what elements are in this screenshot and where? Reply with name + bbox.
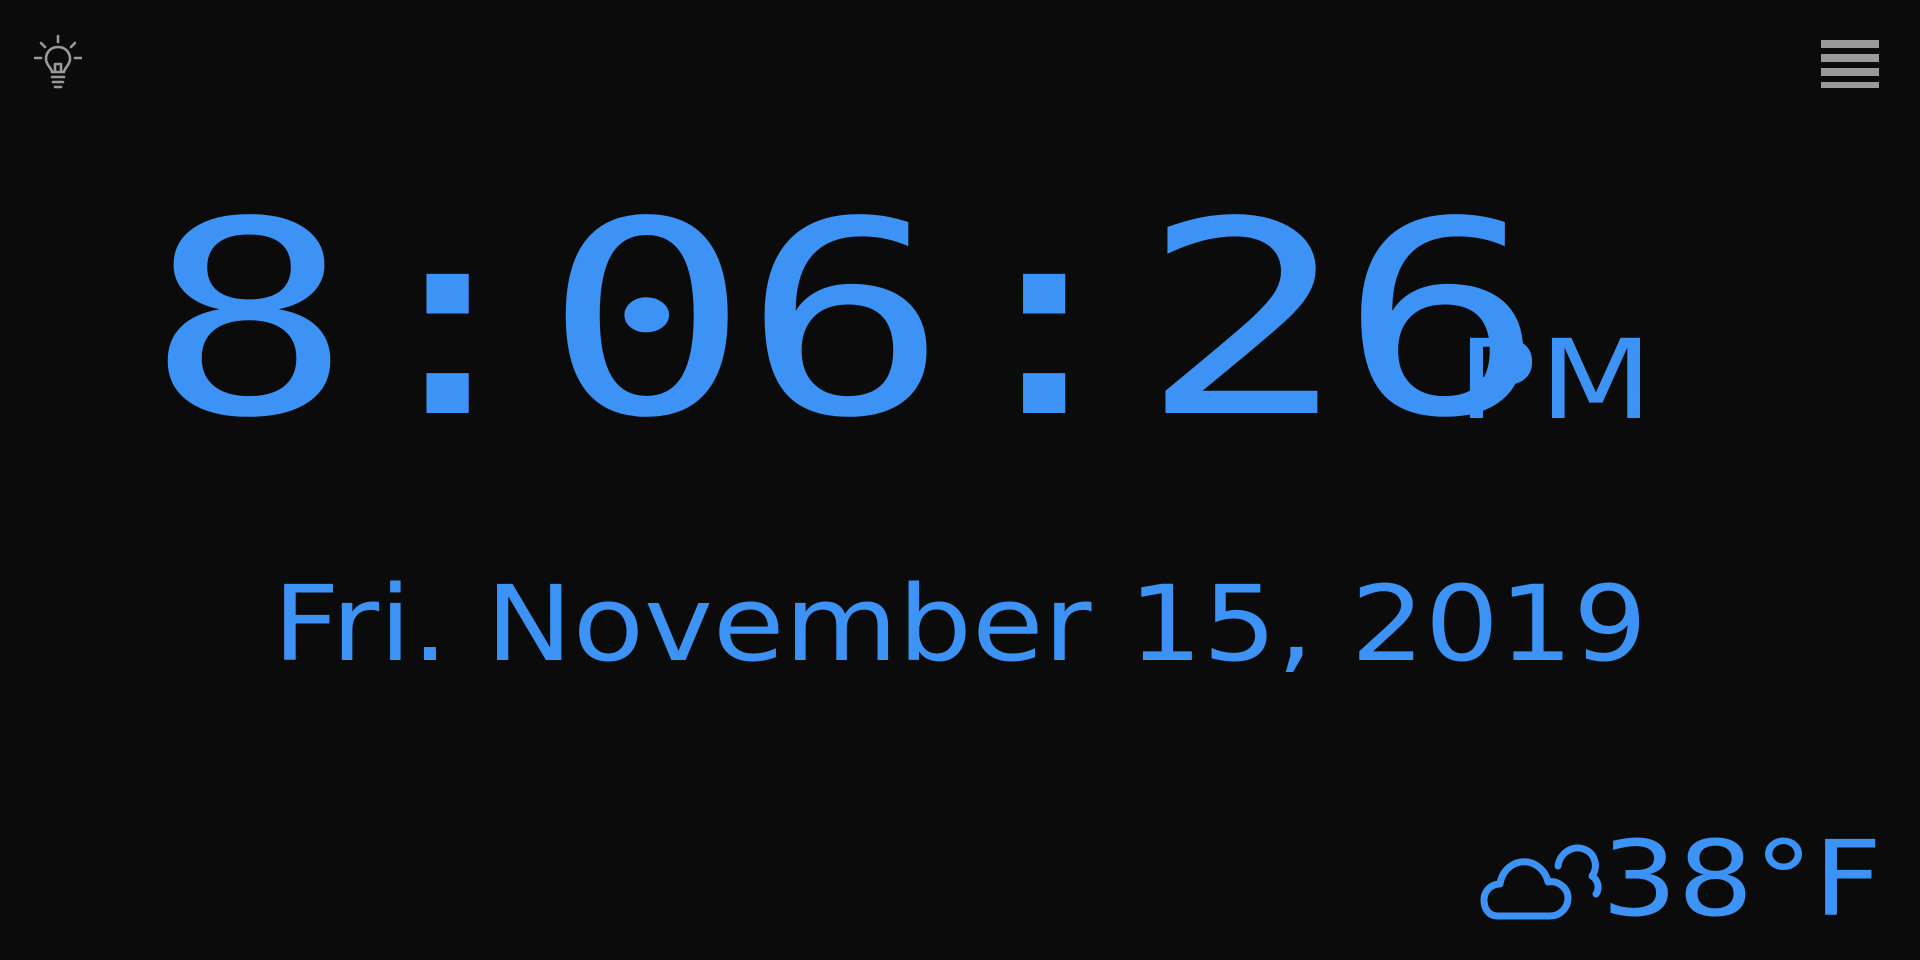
date-text: Fri. November 15, 2019 [272,563,1648,685]
menu-button[interactable] [1818,36,1882,92]
clock-display: 8:06:26 PM [0,175,1920,455]
cloud-icon [1480,844,1602,920]
lightbulb-icon [34,34,82,89]
hamburger-menu-icon [1821,40,1879,88]
time-text: 8:06:26 [145,165,1545,477]
temperature-text: 38°F [1601,818,1882,940]
lightbulb-button[interactable] [30,32,86,92]
meridiem-label: PM [1457,316,1656,444]
weather-widget[interactable]: 38°F [1480,824,1882,934]
